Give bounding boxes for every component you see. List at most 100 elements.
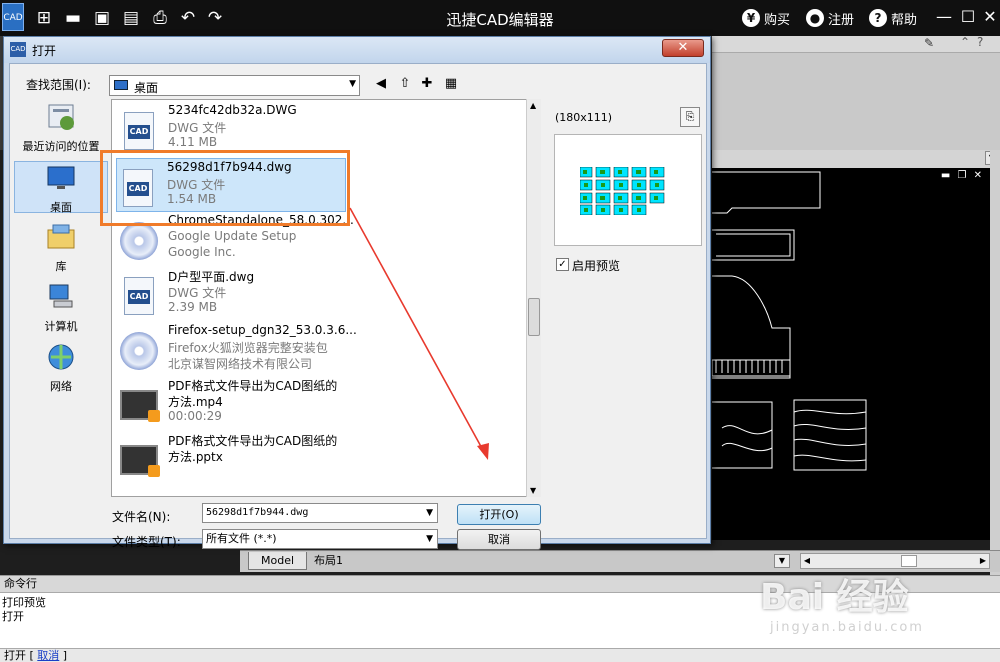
computer-icon <box>49 284 73 308</box>
look-in-select[interactable]: 桌面 ▼ <box>109 75 360 96</box>
file-name: Firefox-setup_dgn32_53.0.3.6... <box>168 323 357 337</box>
collapse-ribbon-icon[interactable]: ⌃ <box>960 35 970 49</box>
file-item[interactable]: CAD D户型平面.dwg DWG 文件 2.39 MB <box>118 267 518 321</box>
file-type: DWG 文件 <box>168 286 227 300</box>
filename-value: 56298d1f7b944.dwg <box>206 507 309 518</box>
filetype-label: 文件类型(T): <box>112 535 181 549</box>
tab-layout1[interactable]: 布局1 <box>302 552 355 570</box>
buy-button[interactable]: ¥ 购买 <box>742 8 790 28</box>
place-network[interactable]: 网络 <box>14 341 108 393</box>
help-small-icon[interactable]: ? <box>977 35 983 49</box>
user-icon: ● <box>806 9 824 27</box>
filetype-select[interactable]: 所有文件 (*.*) ▼ <box>202 529 438 549</box>
maximize-button[interactable]: ☐ <box>958 6 978 28</box>
file-item[interactable]: PDF格式文件导出为CAD图纸的 方法.mp4 00:00:29 <box>118 376 518 430</box>
enable-preview-checkbox[interactable]: ✓ <box>556 258 569 271</box>
file-size: 4.11 MB <box>168 135 218 149</box>
scroll-down-icon[interactable]: ▼ <box>530 486 536 495</box>
scroll-right-icon[interactable]: ▶ <box>977 554 989 568</box>
filename-label: 文件名(N): <box>112 510 171 524</box>
file-item[interactable]: Firefox-setup_dgn32_53.0.3.6... Firefox火… <box>118 322 518 376</box>
help-label: 帮助 <box>891 12 918 28</box>
file-name-line2: 方法.pptx <box>168 450 223 464</box>
file-item[interactable]: PDF格式文件导出为CAD图纸的 方法.pptx <box>118 431 518 485</box>
save-as-icon[interactable]: ▤ <box>121 8 141 28</box>
open-button[interactable]: 打开(O) <box>457 504 541 525</box>
scroll-thumb[interactable] <box>528 298 540 336</box>
place-library[interactable]: 库 <box>14 221 108 273</box>
command-input[interactable]: 打开 [ 取消 ] <box>0 648 1000 662</box>
dialog-title: 打开 <box>32 44 57 58</box>
cad-drawing <box>712 171 867 471</box>
dialog-close-button[interactable]: ✕ <box>662 39 704 57</box>
filetype-value: 所有文件 (*.*) <box>206 532 277 545</box>
dialog-titlebar[interactable]: CAD 打开 ✕ <box>4 37 710 63</box>
desktop-icon <box>114 80 128 90</box>
look-in-label: 查找范围(I): <box>26 78 91 92</box>
place-computer[interactable]: 计算机 <box>14 281 108 333</box>
print-icon[interactable]: ⎙ <box>150 8 170 28</box>
file-name-line2: 方法.mp4 <box>168 395 223 409</box>
drawing-header: ▼ <box>712 150 1000 168</box>
app-titlebar: CAD ⊞ ▬ ▣ ▤ ⎙ ↶ ↷ 迅捷CAD编辑器 ¥ 购买 ● 注册 ? 帮… <box>0 0 1000 36</box>
file-size: 北京谋智网络技术有限公司 <box>168 357 313 371</box>
minimize-button[interactable]: — <box>934 6 954 28</box>
open-folder-icon[interactable]: ▬ <box>63 8 83 28</box>
help-button[interactable]: ? 帮助 <box>869 8 917 28</box>
command-cancel-option[interactable]: 取消 <box>37 649 59 662</box>
installer-cd-icon <box>120 332 158 370</box>
view-menu-icon[interactable]: ▦ <box>442 75 460 93</box>
highlight-annotation <box>100 150 350 226</box>
ribbon-panel <box>712 52 1000 150</box>
right-scroll-strip[interactable] <box>990 150 1000 580</box>
scroll-up-icon[interactable]: ▲ <box>530 101 536 110</box>
pptx-file-icon <box>120 445 160 477</box>
command-prompt: 打开 [ <box>4 649 34 662</box>
yen-icon: ¥ <box>742 9 760 27</box>
look-in-value: 桌面 <box>134 81 159 95</box>
place-recent[interactable]: 最近访问的位置 <box>14 101 108 159</box>
register-button[interactable]: ● 注册 <box>806 8 854 28</box>
layout-dropdown-icon[interactable]: ▼ <box>774 554 790 568</box>
redo-icon[interactable]: ↷ <box>205 8 225 28</box>
back-icon[interactable]: ◀ <box>372 75 390 93</box>
close-app-button[interactable]: ✕ <box>980 6 1000 28</box>
up-folder-icon[interactable]: ⇧ <box>396 75 414 93</box>
places-bar: 最近访问的位置 桌面 库 计算机 网络 <box>14 99 108 497</box>
preview-dimensions: (180x111) <box>555 111 613 124</box>
file-duration: 00:00:29 <box>168 409 222 423</box>
tab-model[interactable]: Model <box>248 552 308 570</box>
drawing-canvas[interactable]: ▬ ❐ ✕ <box>712 168 990 540</box>
scroll-left-icon[interactable]: ◀ <box>801 554 813 568</box>
save-icon[interactable]: ▣ <box>92 8 112 28</box>
place-label: 桌面 <box>50 201 72 214</box>
horizontal-scrollbar[interactable]: ◀ ▶ <box>800 553 990 569</box>
filename-input[interactable]: 56298d1f7b944.dwg ▼ <box>202 503 438 523</box>
file-list-scrollbar[interactable]: ▲ ▼ <box>526 99 541 497</box>
chevron-down-icon[interactable]: ▼ <box>426 530 433 548</box>
library-icon <box>47 224 75 249</box>
app-title: 迅捷CAD编辑器 <box>446 11 554 29</box>
place-desktop[interactable]: 桌面 <box>14 161 108 214</box>
file-name: D户型平面.dwg <box>168 270 255 284</box>
cancel-button[interactable]: 取消 <box>457 529 541 550</box>
file-size: Google Inc. <box>168 245 236 259</box>
new-folder-icon[interactable]: ✚ <box>418 75 436 93</box>
help-icon: ? <box>869 9 887 27</box>
drawing-preview-thumbnail <box>580 167 665 215</box>
recent-places-icon <box>48 104 74 130</box>
chevron-down-icon[interactable]: ▼ <box>349 79 356 89</box>
file-type: DWG 文件 <box>168 121 227 135</box>
new-file-icon[interactable]: ⊞ <box>34 8 54 28</box>
undo-icon[interactable]: ↶ <box>178 8 198 28</box>
preview-toggle-icon[interactable]: ⎘ <box>680 107 700 127</box>
dwg-file-icon: CAD <box>124 112 154 150</box>
cad-file-icon: CAD <box>10 42 26 57</box>
ribbon-strip: ✎ ⌃ ? <box>712 35 1000 52</box>
file-item[interactable]: CAD 5234fc42db32a.DWG DWG 文件 4.11 MB <box>118 102 518 156</box>
chevron-down-icon[interactable]: ▼ <box>426 504 433 522</box>
pen-icon[interactable]: ✎ <box>924 36 934 50</box>
desktop-monitor-icon <box>47 166 75 189</box>
scroll-thumb[interactable] <box>901 555 917 567</box>
place-label: 网络 <box>50 380 72 393</box>
